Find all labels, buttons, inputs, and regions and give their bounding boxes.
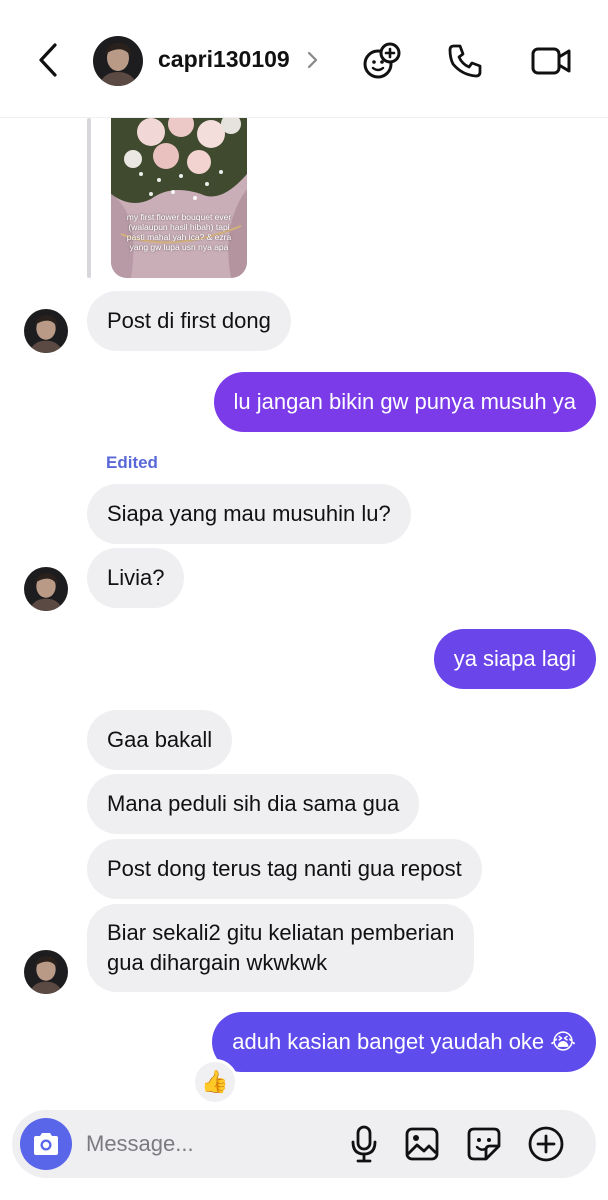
sticker-button[interactable] <box>464 1124 504 1164</box>
message-bubble-sent[interactable]: ya siapa lagi <box>433 629 596 689</box>
message-bubble-sent[interactable]: lu jangan bikin gw punya musuh ya <box>213 372 596 432</box>
message-composer <box>12 1110 596 1178</box>
sender-avatar[interactable] <box>24 950 68 994</box>
video-call-button[interactable] <box>530 40 572 82</box>
gallery-icon <box>405 1127 439 1161</box>
edited-label: Edited <box>106 453 158 472</box>
shared-photo-caption: my first flower bouquet ever (walaupun h… <box>126 212 232 252</box>
chevron-right-icon[interactable] <box>306 50 320 70</box>
effects-button[interactable] <box>361 40 403 82</box>
message-line: Biar sekali2 gitu keliatan pemberian <box>107 920 455 945</box>
video-icon <box>531 47 571 75</box>
message-bubble-received[interactable]: Siapa yang mau musuhin lu? <box>87 484 411 544</box>
chat-header: capri130109 <box>0 0 608 118</box>
effects-icon <box>363 42 401 79</box>
message-bubble-received[interactable]: Gaa bakall <box>87 710 233 770</box>
more-options-button[interactable] <box>526 1124 566 1164</box>
sticker-icon <box>467 1127 501 1161</box>
sender-avatar[interactable] <box>24 309 68 353</box>
phone-icon <box>448 44 482 78</box>
voice-message-button[interactable] <box>344 1124 384 1164</box>
back-icon <box>39 43 57 77</box>
reaction-badge[interactable]: 👍 <box>192 1059 238 1105</box>
add-icon <box>528 1126 564 1162</box>
header-username[interactable]: capri130109 <box>158 46 290 73</box>
voice-call-button[interactable] <box>444 40 486 82</box>
message-bubble-received[interactable]: Biar sekali2 gitu keliatan pemberian gua… <box>87 904 475 992</box>
message-bubble-received[interactable]: Post dong terus tag nanti gua repost <box>87 839 482 899</box>
sender-avatar[interactable] <box>24 567 68 611</box>
gallery-button[interactable] <box>402 1124 442 1164</box>
camera-icon <box>34 1133 58 1155</box>
message-input[interactable] <box>86 1127 336 1161</box>
reply-indicator <box>87 118 91 278</box>
header-avatar[interactable] <box>93 36 143 86</box>
back-button[interactable] <box>30 40 66 80</box>
message-bubble-received[interactable]: Mana peduli sih dia sama gua <box>87 774 420 834</box>
message-bubble-received[interactable]: Livia? <box>87 548 185 608</box>
message-bubble-received[interactable]: Post di first dong <box>87 291 291 351</box>
shared-photo[interactable]: my first flower bouquet ever (walaupun h… <box>111 114 247 278</box>
message-line: gua dihargain wkwkwk <box>107 950 328 975</box>
microphone-icon <box>351 1125 377 1163</box>
message-bubble-sent[interactable]: aduh kasian banget yaudah oke 😭 <box>212 1012 596 1072</box>
camera-button[interactable] <box>20 1118 72 1170</box>
